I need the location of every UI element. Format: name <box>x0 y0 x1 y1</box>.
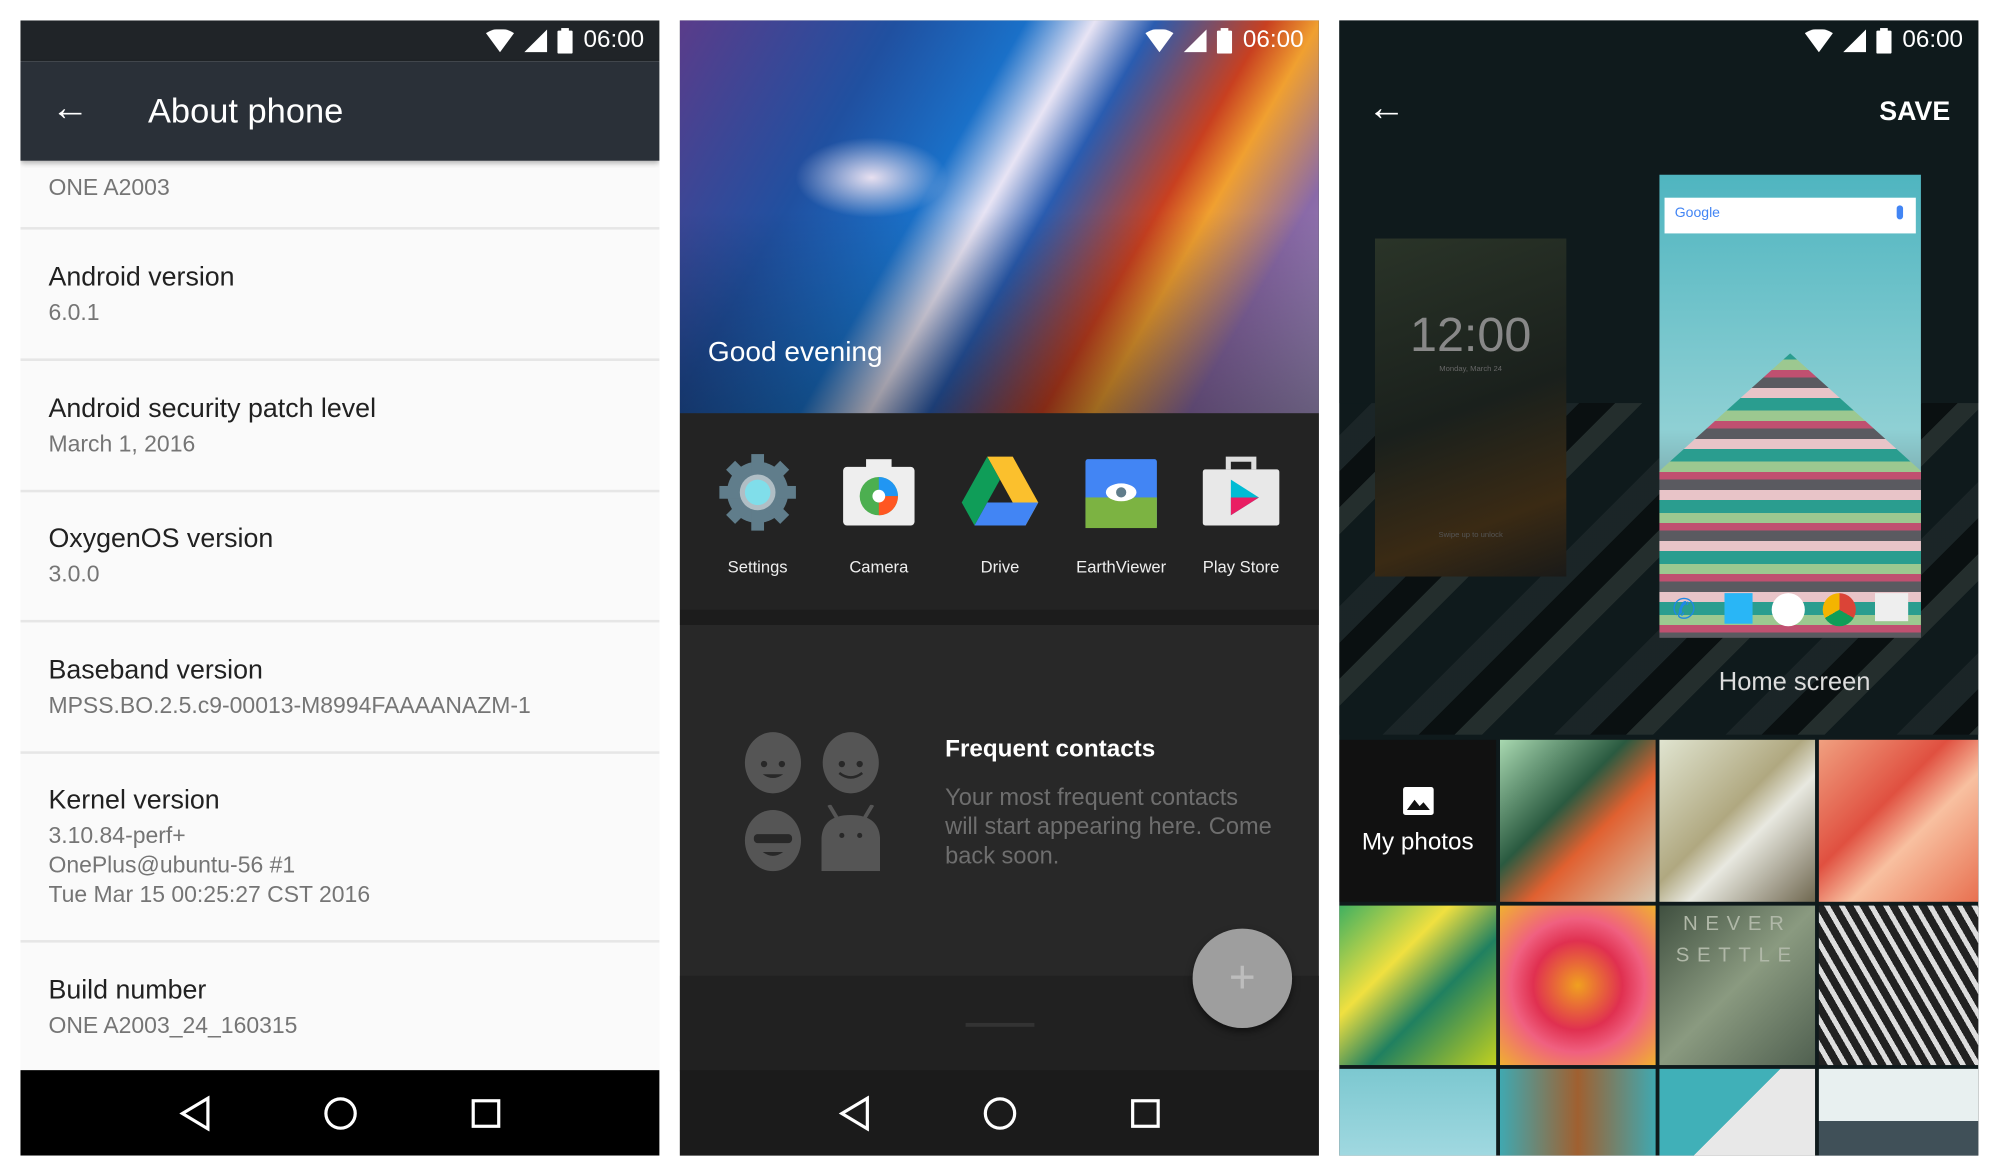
back-arrow-icon[interactable]: ← <box>1367 87 1405 130</box>
status-time: 06:00 <box>1242 26 1304 54</box>
wallpaper-thumb[interactable] <box>1339 905 1497 1066</box>
wallpaper-shade <box>679 211 1319 414</box>
camera-icon <box>1874 593 1909 622</box>
build-number-item[interactable]: Build number ONE A2003_24_160315 <box>48 976 659 1041</box>
add-contact-fab[interactable]: + <box>1192 928 1293 1029</box>
status-time: 06:00 <box>1902 26 1964 54</box>
wifi-icon <box>486 29 515 53</box>
recents-nav-icon[interactable] <box>1130 1098 1161 1129</box>
mic-icon[interactable] <box>1896 205 1904 220</box>
kernel-version-item[interactable]: Kernel version 3.10.84-perf+ OnePlus@ubunt… <box>48 786 659 910</box>
image-icon <box>1403 786 1434 816</box>
navigation-bar <box>20 1070 660 1156</box>
app-camera[interactable]: Camera <box>821 452 936 577</box>
back-arrow-icon[interactable]: ← <box>51 87 89 130</box>
wallpaper-thumb[interactable] <box>1659 739 1816 902</box>
app-drive[interactable]: Drive <box>943 452 1058 577</box>
divider <box>20 227 660 230</box>
my-photos-tile[interactable]: My photos <box>1339 739 1497 902</box>
play-store-icon <box>1202 456 1280 526</box>
settings-gear-icon <box>719 454 796 531</box>
dock-icons: ✆ <box>1672 593 1909 627</box>
google-search-bar[interactable]: Google <box>1664 197 1916 234</box>
wifi-icon <box>1145 29 1175 53</box>
home-nav-icon[interactable] <box>323 1095 359 1131</box>
home-nav-icon[interactable] <box>983 1095 1019 1131</box>
wallpaper-thumb[interactable] <box>1499 1068 1656 1156</box>
status-bar: 06:00 <box>20 20 660 62</box>
save-button[interactable]: SAVE <box>1879 97 1950 128</box>
page-title: About phone <box>147 91 344 131</box>
frequent-contacts-message: Your most frequent contacts will start a… <box>945 783 1272 869</box>
divider <box>20 619 660 623</box>
divider <box>20 751 660 754</box>
home-screen-preview[interactable]: Google ✆ <box>1659 174 1921 638</box>
signal-icon <box>524 29 548 53</box>
phone-icon: ✆ <box>1672 593 1696 625</box>
app-play-store[interactable]: Play Store <box>1184 452 1299 577</box>
battery-icon <box>1876 28 1893 54</box>
oxygenos-version-item[interactable]: OxygenOS version 3.0.0 <box>48 524 659 589</box>
app-settings[interactable]: Settings <box>700 452 815 577</box>
wallpaper-thumb[interactable] <box>1339 1068 1497 1156</box>
sunglasses-face-icon <box>744 809 802 872</box>
recents-nav-icon[interactable] <box>471 1098 502 1129</box>
earthviewer-icon <box>1085 459 1157 529</box>
divider <box>20 940 660 943</box>
greeting: Good evening <box>707 335 883 368</box>
signal-icon <box>1843 29 1867 53</box>
baseband-version-item[interactable]: Baseband version MPSS.BO.2.5.c9-00013-M89… <box>48 656 659 721</box>
about-phone-screen: 06:00 ← About phone ONE A2003 Android ve… <box>20 20 660 1156</box>
shelf-screen: 06:00 Good evening Settings Camera Drive… <box>679 20 1319 1156</box>
model-item[interactable]: ONE A2003 <box>48 168 659 202</box>
status-bar: 06:00 <box>1339 20 1978 61</box>
sheet-handle[interactable] <box>965 1022 1035 1027</box>
back-nav-icon[interactable] <box>178 1095 211 1131</box>
face-icon <box>744 732 802 794</box>
wallpaper-thumb[interactable] <box>1818 905 1979 1066</box>
status-bar: 06:00 <box>680 20 1319 61</box>
face-icon <box>822 732 879 794</box>
android-icon <box>821 804 881 872</box>
battery-icon <box>557 28 574 54</box>
plus-icon: + <box>1228 950 1256 1003</box>
app-drawer-icon <box>1771 593 1805 627</box>
preview-label: Home screen <box>1718 668 1871 697</box>
divider <box>20 358 660 361</box>
never-settle-thumb[interactable]: NEVER SETTLE <box>1659 905 1816 1066</box>
app-row: Settings Camera Drive EarthViewer Play S… <box>679 413 1319 610</box>
security-patch-item[interactable]: Android security patch level March 1, 201… <box>48 394 659 459</box>
wallpaper-thumb[interactable] <box>1499 739 1656 902</box>
divider <box>20 489 660 493</box>
lock-time: 12:00 <box>1410 308 1532 363</box>
camera-icon <box>843 459 915 526</box>
toolbar: ← About phone <box>20 61 660 161</box>
app-earthviewer[interactable]: EarthViewer <box>1064 452 1179 577</box>
drive-icon <box>961 456 1039 526</box>
back-nav-icon[interactable] <box>838 1095 871 1131</box>
lock-date: Monday, March 24 <box>1439 366 1503 374</box>
wallpaper-thumb[interactable] <box>1499 905 1656 1066</box>
wallpaper-thumb[interactable] <box>1818 1068 1979 1156</box>
contact-avatars <box>744 731 884 872</box>
section-divider <box>679 609 1319 625</box>
signal-icon <box>1184 29 1208 53</box>
frequent-contacts-title: Frequent contacts <box>945 735 1156 763</box>
battery-icon <box>1217 28 1233 54</box>
lock-screen-preview[interactable]: 12:00 Monday, March 24 Swipe up to unloc… <box>1374 238 1567 577</box>
status-time: 06:00 <box>583 26 645 54</box>
wallpaper-picker-screen: 06:00 ← SAVE 12:00 Monday, March 24 Swip… <box>1339 20 1979 1156</box>
chrome-icon <box>1823 593 1857 627</box>
messages-icon <box>1724 593 1753 624</box>
android-version-item[interactable]: Android version 6.0.1 <box>48 263 659 328</box>
navigation-bar <box>679 1070 1319 1156</box>
lock-hint: Swipe up to unlock <box>1438 531 1503 540</box>
wallpaper-thumb[interactable] <box>1818 739 1979 902</box>
wallpaper-thumb[interactable] <box>1659 1068 1816 1156</box>
wifi-icon <box>1805 29 1834 53</box>
